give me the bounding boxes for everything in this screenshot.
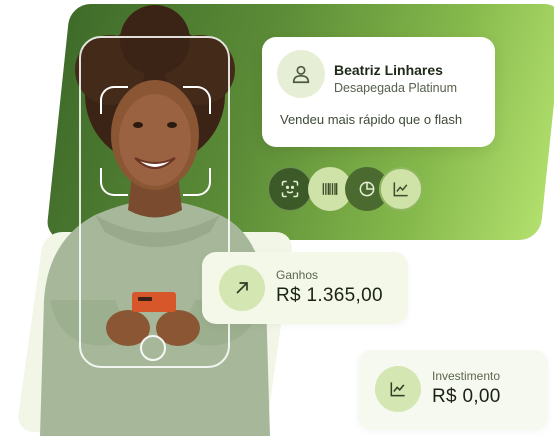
profile-name: Beatriz Linhares [334,62,443,78]
face-scan-corner [100,168,128,196]
face-scan-corner [183,168,211,196]
face-scan-icon[interactable] [268,167,312,211]
arrow-up-right-icon [219,265,265,311]
face-scan-corner [100,86,128,114]
profile-quote: Vendeu mais rápido que o flash [280,112,463,127]
gains-label: Ganhos [276,268,319,282]
investment-card: Investimento R$ 0,00 [358,350,548,430]
profile-card: Beatriz Linhares Desapegada Platinum Ven… [262,37,495,147]
profile-subtitle: Desapegada Platinum [334,81,457,95]
investment-value: R$ 0,00 [432,386,501,407]
investment-label: Investimento [432,369,501,383]
gains-card: Ganhos R$ 1.365,00 [202,252,408,324]
gains-value: R$ 1.365,00 [276,285,383,306]
phone-home-button [140,335,166,361]
trend-chart-icon[interactable] [379,167,423,211]
trend-chart-icon [375,366,421,412]
face-scan-corner [183,86,211,114]
user-icon [277,50,325,98]
